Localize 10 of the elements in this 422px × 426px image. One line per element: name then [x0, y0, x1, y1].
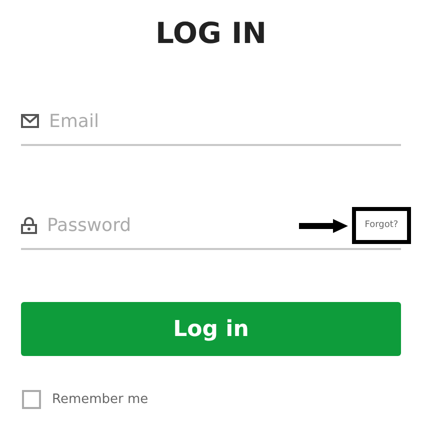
checkbox-label: Remember me: [52, 391, 148, 409]
arrow-icon: [299, 218, 348, 232]
envelope-icon: [21, 114, 39, 128]
lock-icon: [21, 216, 37, 234]
input-field[interactable]: Email: [49, 108, 401, 134]
checkbox[interactable]: [22, 390, 41, 410]
forgot-link[interactable]: Forgot?: [352, 207, 411, 244]
login-button[interactable]: Log in: [21, 302, 401, 356]
input-field[interactable]: Password: [47, 212, 281, 238]
page-title: LOG IN: [155, 16, 267, 50]
